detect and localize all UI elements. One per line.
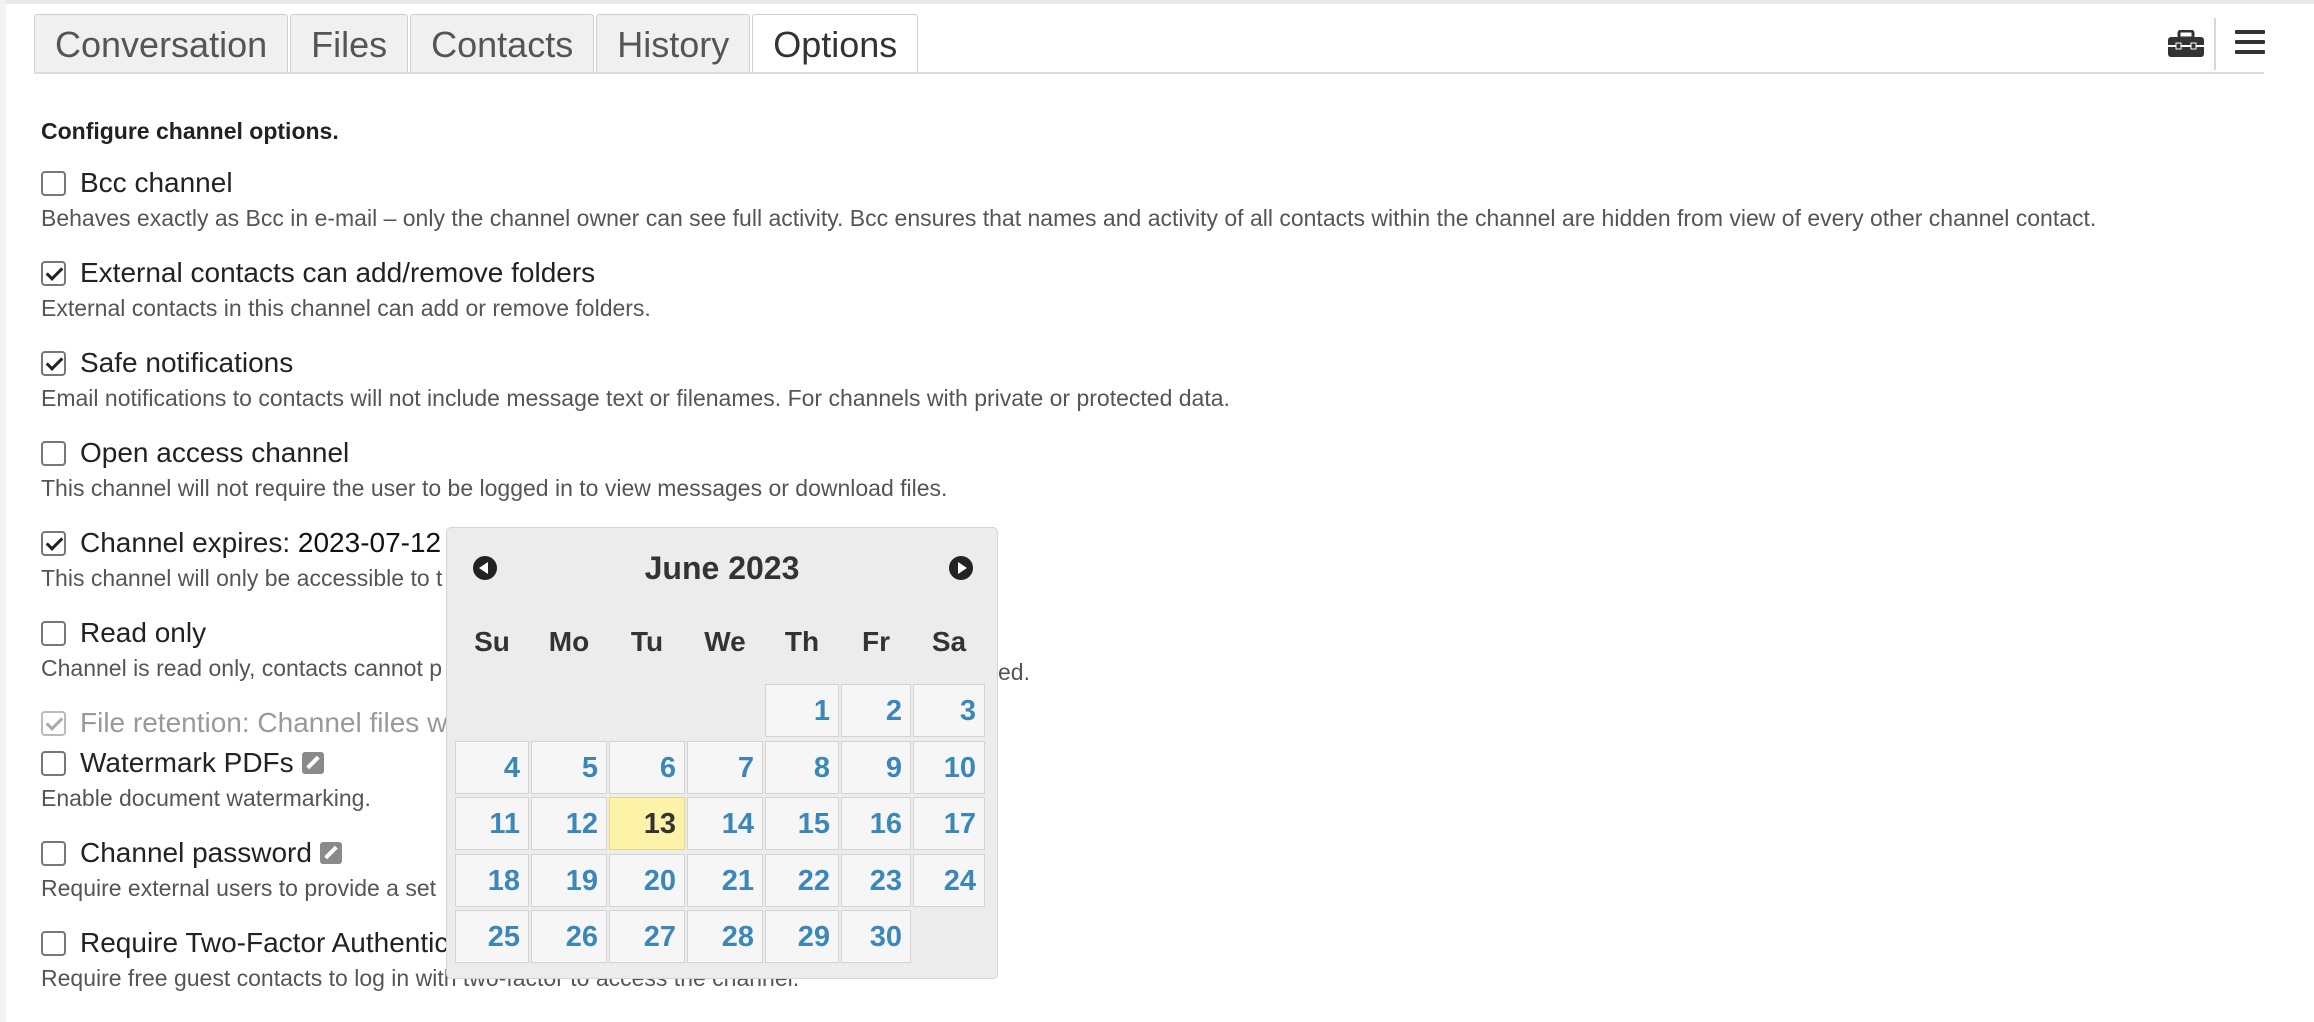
calendar-day[interactable]: 6 — [609, 740, 685, 794]
calendar-day[interactable]: 17 — [913, 797, 985, 850]
watermark-pdfs-checkbox[interactable] — [41, 750, 66, 776]
option-bcc-channel: Bcc channel Behaves exactly as Bcc in e-… — [41, 165, 2096, 232]
calendar-day[interactable]: 20 — [609, 853, 685, 907]
safe-notifications-label: Safe notifications — [80, 347, 294, 378]
bcc-channel-label: Bcc channel — [80, 167, 233, 198]
channel-password-description: Require external users to provide a set — [41, 875, 437, 901]
open-access-label: Open access channel — [80, 437, 350, 468]
weekday-header: We — [704, 626, 746, 657]
option-channel-expires: Channel expires: 2023-07-12 This channel… — [41, 525, 442, 592]
calendar-day[interactable]: 23 — [841, 853, 911, 907]
watermark-pdfs-label: Watermark PDFs — [80, 747, 294, 778]
calendar-day[interactable]: 29 — [765, 910, 839, 963]
weekday-header: Sa — [931, 626, 967, 657]
read-only-description-tail: ed. — [998, 659, 1030, 685]
calendar-day[interactable]: 10 — [913, 740, 985, 794]
datepicker-month-title: June 2023 — [644, 550, 800, 586]
file-retention-label: File retention: Channel files w — [80, 707, 448, 738]
external-folders-description: External contacts in this channel can ad… — [41, 295, 651, 321]
two-factor-label: Require Two-Factor Authentica — [80, 927, 464, 958]
file-retention-checkbox — [41, 710, 66, 736]
briefcase-icon[interactable] — [2167, 30, 2205, 58]
tab-files[interactable]: Files — [290, 14, 409, 73]
password-edit-icon[interactable] — [319, 842, 342, 864]
channel-password-label: Channel password — [80, 837, 312, 868]
left-border — [0, 0, 6, 1022]
weekday-header: Tu — [630, 626, 664, 657]
top-border — [0, 0, 2314, 4]
bcc-channel-description: Behaves exactly as Bcc in e-mail – only … — [41, 205, 2097, 231]
calendar-day[interactable]: 25 — [455, 910, 529, 963]
read-only-checkbox[interactable] — [41, 620, 66, 646]
option-external-folders: External contacts can add/remove folders… — [41, 255, 651, 322]
weekday-header: Mo — [548, 626, 590, 657]
chevron-right-circle-icon[interactable] — [949, 556, 973, 580]
open-access-checkbox[interactable] — [41, 440, 66, 466]
option-read-only: Read only Channel is read only, contacts… — [41, 615, 442, 682]
calendar-day[interactable]: 14 — [687, 797, 763, 850]
calendar-day[interactable]: 26 — [531, 910, 607, 963]
watermark-pdfs-description: Enable document watermarking. — [41, 785, 371, 811]
toolbar-separator — [2214, 18, 2216, 70]
tab-options[interactable]: Options — [752, 14, 919, 74]
channel-expires-label: Channel expires: — [80, 527, 298, 558]
options-heading: Configure channel options. — [41, 118, 339, 144]
tab-history[interactable]: History — [596, 14, 751, 73]
weekday-header: Fr — [862, 626, 890, 657]
watermark-edit-icon[interactable] — [301, 752, 324, 774]
external-folders-label: External contacts can add/remove folders — [80, 257, 596, 288]
datepicker-header: June 2023 — [447, 528, 997, 610]
calendar-day[interactable]: 9 — [841, 740, 911, 794]
calendar-day[interactable]: 4 — [455, 740, 529, 794]
calendar-day[interactable]: 5 — [531, 740, 607, 794]
channel-expires-checkbox[interactable] — [41, 530, 66, 556]
channel-password-checkbox[interactable] — [41, 840, 66, 866]
calendar-day[interactable]: 28 — [687, 910, 763, 963]
read-only-description: Channel is read only, contacts cannot p — [41, 655, 443, 681]
calendar-day[interactable]: 24 — [913, 853, 985, 907]
channel-expires-description: This channel will only be accessible to … — [41, 565, 443, 591]
calendar-day[interactable]: 7 — [687, 740, 763, 794]
calendar-day[interactable]: 11 — [455, 797, 529, 850]
read-only-label: Read only — [80, 617, 207, 648]
calendar-day[interactable]: 19 — [531, 853, 607, 907]
option-channel-password: Channel password Require external users … — [41, 835, 436, 902]
hamburger-menu-icon[interactable] — [2235, 28, 2265, 56]
weekday-header: Th — [784, 626, 820, 657]
calendar-day[interactable]: 16 — [841, 797, 911, 850]
tab-divider — [34, 72, 2264, 74]
calendar-day[interactable]: 1 — [765, 684, 839, 737]
calendar-day[interactable]: 18 — [455, 853, 529, 907]
calendar-day[interactable]: 3 — [913, 684, 985, 737]
calendar-day[interactable]: 2 — [841, 684, 911, 737]
open-access-description: This channel will not require the user t… — [41, 475, 948, 501]
calendar-day[interactable]: 8 — [765, 740, 839, 794]
calendar-day[interactable]: 15 — [765, 797, 839, 850]
option-watermark-pdfs: Watermark PDFs Enable document watermark… — [41, 745, 371, 812]
tab-conversation[interactable]: Conversation — [34, 14, 289, 73]
two-factor-checkbox[interactable] — [41, 930, 66, 956]
calendar-day[interactable]: 22 — [765, 853, 839, 907]
calendar-day[interactable]: 30 — [841, 910, 911, 963]
calendar-day-today[interactable]: 13 — [609, 797, 685, 850]
option-file-retention: File retention: Channel files w — [41, 705, 447, 741]
calendar-day[interactable]: 27 — [609, 910, 685, 963]
external-folders-checkbox[interactable] — [41, 260, 66, 286]
calendar-day[interactable]: 21 — [687, 853, 763, 907]
bcc-channel-checkbox[interactable] — [41, 170, 66, 196]
datepicker-popup: June 2023 Su Mo Tu We Th Fr Sa 1 2 3 4 5 6 7 8 9 10 11 12 1… — [446, 527, 998, 979]
channel-expires-date-input[interactable]: 2023-07-12 — [298, 527, 441, 559]
safe-notifications-description: Email notifications to contacts will not… — [41, 385, 1230, 411]
option-open-access: Open access channel This channel will no… — [41, 435, 947, 502]
weekday-header: Su — [474, 626, 510, 657]
tab-contacts[interactable]: Contacts — [410, 14, 595, 73]
calendar-day[interactable]: 12 — [531, 797, 607, 850]
tab-bar: Conversation Files Contacts History Opti… — [34, 14, 920, 74]
option-safe-notifications: Safe notifications Email notifications t… — [41, 345, 1230, 412]
safe-notifications-checkbox[interactable] — [41, 350, 66, 376]
